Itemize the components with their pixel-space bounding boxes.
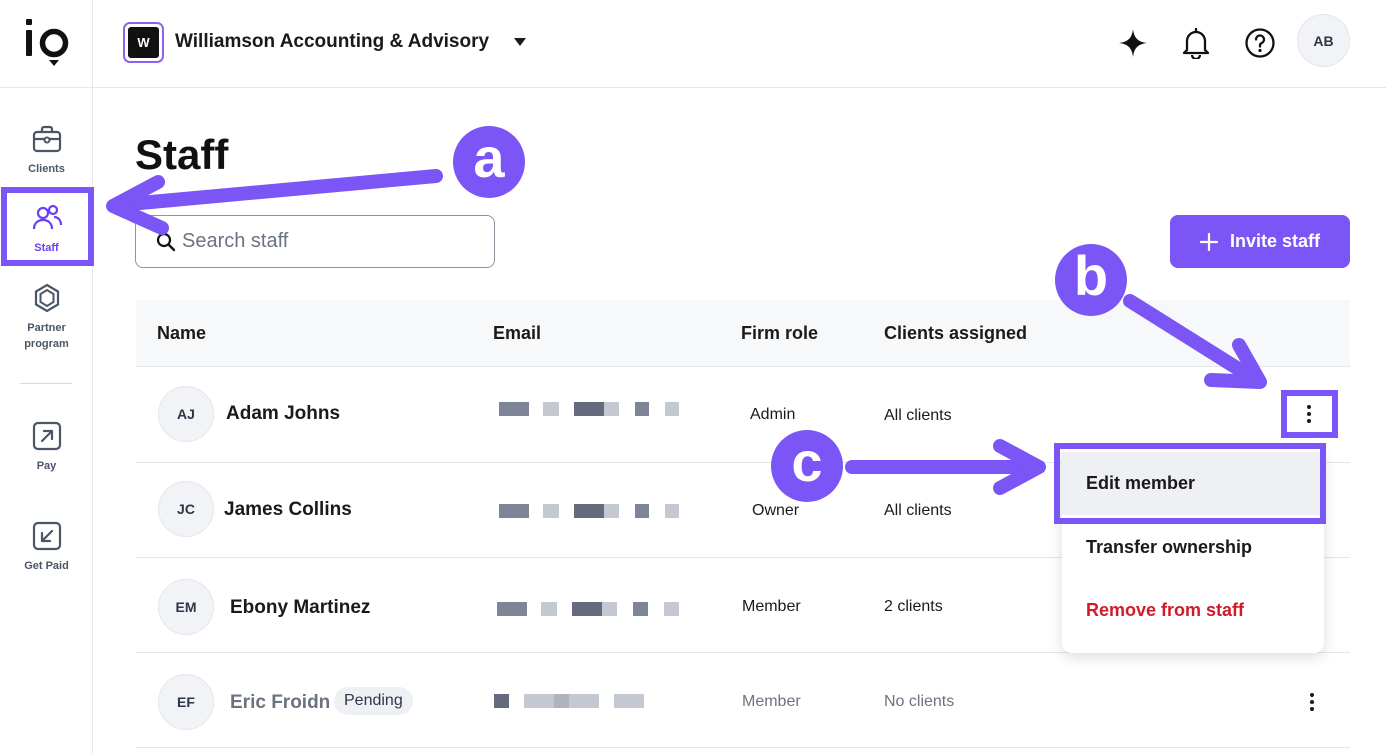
column-header-firm-role: Firm role bbox=[741, 323, 819, 343]
firm-role: Member bbox=[742, 693, 801, 710]
app-logo[interactable] bbox=[0, 0, 93, 88]
caret-down-icon[interactable] bbox=[514, 38, 526, 46]
firm-role: Member bbox=[742, 598, 801, 615]
io-logo-icon bbox=[25, 18, 68, 66]
ai-sparkle-button[interactable] bbox=[1116, 26, 1150, 60]
sidebar-item-partner-program[interactable]: Partner program bbox=[0, 282, 93, 352]
user-avatar[interactable]: AB bbox=[1297, 14, 1350, 67]
row-actions-button[interactable] bbox=[1300, 690, 1324, 714]
avatar: EF bbox=[158, 674, 214, 730]
sidebar: Clients Staff Partner program Pay Get Pa… bbox=[0, 0, 93, 754]
highlight-staff-nav bbox=[1, 187, 94, 266]
plus-icon bbox=[1199, 232, 1218, 251]
sidebar-item-label: Clients bbox=[28, 163, 65, 175]
avatar: EM bbox=[158, 579, 214, 635]
callout-a: a bbox=[453, 126, 525, 198]
column-header-clients-assigned: Clients assigned bbox=[884, 323, 1028, 343]
staff-name: Adam Johns bbox=[226, 403, 341, 424]
firm-name[interactable]: Williamson Accounting & Advisory bbox=[175, 31, 489, 53]
help-button[interactable] bbox=[1243, 26, 1277, 60]
staff-name: James Collins bbox=[224, 499, 352, 520]
briefcase-icon bbox=[32, 125, 61, 153]
table-row[interactable]: EF Eric Froidn Pending Member No clients bbox=[136, 653, 1350, 748]
firm-logo[interactable]: W bbox=[123, 22, 164, 63]
clients-assigned: All clients bbox=[884, 502, 952, 519]
callout-c: c bbox=[771, 430, 843, 502]
firm-role: Admin bbox=[750, 406, 796, 423]
highlight-edit-member bbox=[1054, 443, 1326, 524]
clients-assigned: No clients bbox=[884, 693, 955, 710]
page-title: Staff bbox=[135, 131, 229, 178]
firm-initial: W bbox=[128, 27, 159, 58]
column-header-email: Email bbox=[493, 323, 542, 343]
firm-role: Owner bbox=[752, 502, 800, 519]
arrow-a bbox=[111, 169, 443, 212]
more-vertical-icon bbox=[1310, 693, 1314, 711]
sidebar-item-label: Pay bbox=[36, 460, 57, 472]
table-header: Name Email Firm role Clients assigned bbox=[136, 300, 1350, 367]
clients-assigned: 2 clients bbox=[884, 598, 943, 615]
invite-staff-button[interactable]: Invite staff bbox=[1170, 215, 1350, 268]
arrow-up-right-icon bbox=[32, 421, 61, 451]
sidebar-divider bbox=[20, 383, 72, 384]
sidebar-item-clients[interactable]: Clients bbox=[0, 123, 93, 177]
sidebar-item-pay[interactable]: Pay bbox=[0, 420, 93, 474]
staff-name: Ebony Martinez bbox=[230, 597, 371, 618]
sidebar-item-get-paid[interactable]: Get Paid bbox=[0, 520, 93, 574]
callout-b: b bbox=[1055, 244, 1127, 316]
menu-item-transfer-ownership[interactable]: Transfer ownership bbox=[1062, 516, 1324, 579]
status-badge: Pending bbox=[334, 687, 413, 715]
search-icon bbox=[156, 232, 176, 251]
invite-staff-label: Invite staff bbox=[1229, 231, 1321, 251]
gem-icon bbox=[34, 283, 59, 313]
sparkle-icon bbox=[1119, 29, 1147, 57]
sidebar-item-label: Partner program bbox=[24, 322, 69, 350]
notifications-button[interactable] bbox=[1179, 26, 1213, 60]
highlight-actions-button bbox=[1281, 390, 1338, 438]
avatar: AJ bbox=[158, 386, 214, 442]
staff-name: Eric Froidn bbox=[230, 692, 331, 713]
clients-assigned: All clients bbox=[884, 407, 952, 424]
avatar: JC bbox=[158, 481, 214, 537]
menu-item-remove-from-staff[interactable]: Remove from staff bbox=[1062, 579, 1324, 642]
column-header-name: Name bbox=[157, 323, 207, 343]
arrow-down-left-icon bbox=[32, 521, 61, 551]
top-bar: W Williamson Accounting & Advisory AB bbox=[93, 0, 1386, 88]
search-input[interactable] bbox=[182, 230, 482, 253]
sidebar-item-label: Get Paid bbox=[24, 560, 69, 572]
bell-icon bbox=[1182, 27, 1210, 59]
search-box[interactable] bbox=[135, 215, 495, 268]
help-icon bbox=[1245, 28, 1275, 58]
